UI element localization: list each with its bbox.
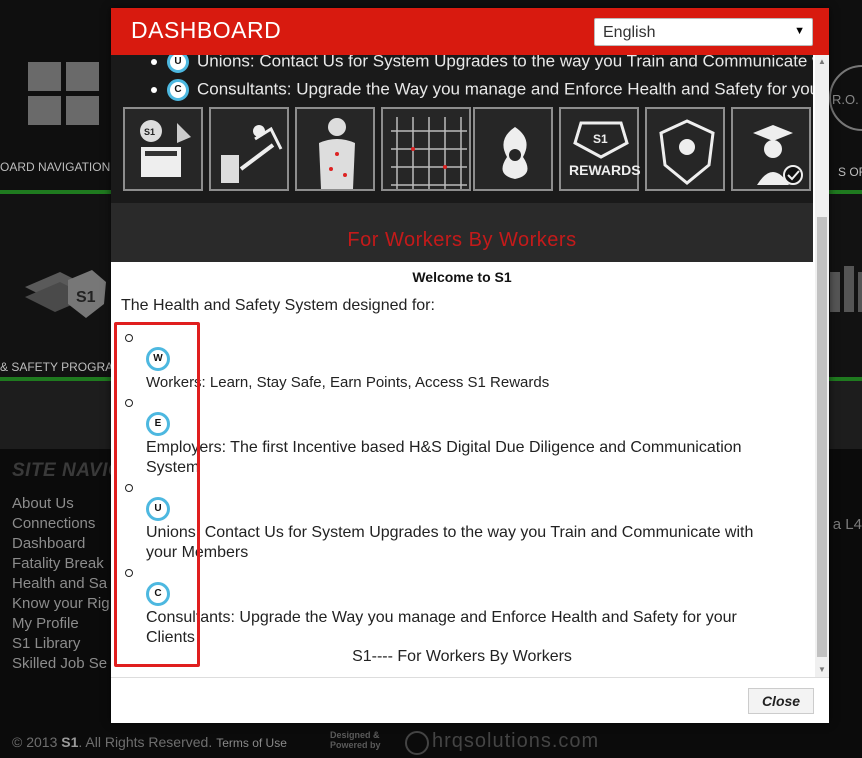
fall-hazard-icon — [209, 107, 289, 191]
banner-line-unions: U Unions: Contact Us for System Upgrades … — [151, 55, 813, 73]
graduate-icon — [731, 107, 811, 191]
site-nav-link[interactable]: Know your Rig — [12, 594, 110, 614]
list-item-workers: Workers: Learn, Stay Safe, Earn Points, … — [146, 374, 550, 391]
badge-icon: R.O. — [829, 65, 862, 131]
site-nav-link[interactable]: Skilled Job Se — [12, 654, 110, 674]
site-nav-link[interactable]: S1 Library — [12, 634, 110, 654]
closing-text: S1---- For Workers By Workers — [352, 648, 572, 665]
unions-badge-icon: U — [167, 55, 189, 73]
site-nav-link[interactable]: About Us — [12, 494, 110, 514]
modal-footer: Close — [111, 677, 829, 723]
site-nav-link[interactable]: My Profile — [12, 614, 110, 634]
tile-label-board-navigation[interactable]: OARD NAVIGATION — [0, 160, 110, 174]
language-select[interactable]: English ▼ — [594, 18, 813, 46]
tile-label-right[interactable]: S OF T — [838, 165, 862, 179]
shield-icon — [645, 107, 725, 191]
tile-label-safety-program[interactable]: & SAFETY PROGRA — [0, 360, 113, 374]
worker-icon — [295, 107, 375, 191]
banner-tagline: For Workers By Workers — [347, 229, 577, 251]
site-navigation-heading: SITE NAVIG — [12, 460, 124, 481]
list-item-consultants: Consultants: Upgrade the Way you manage … — [146, 609, 737, 646]
site-nav-link[interactable]: Health and Sa — [12, 574, 110, 594]
dropdown-arrow-icon: ▼ — [794, 25, 805, 37]
s1-banner: U Unions: Contact Us for System Upgrades … — [111, 55, 813, 262]
rewards-icon: S1 REWARDS — [559, 107, 641, 191]
site-nav-link[interactable]: Connections — [12, 514, 110, 534]
trillium-icon — [473, 107, 553, 191]
modal-header: DASHBOARD English ▼ — [111, 8, 829, 55]
list-item-unions: Unions: Contact Us for System Upgrades t… — [146, 524, 754, 561]
news-icon: S1 — [123, 107, 203, 191]
dashboard-modal: DASHBOARD English ▼ U Unions: Contact Us … — [111, 8, 829, 723]
intro-text: The Health and Safety System designed fo… — [121, 297, 435, 314]
address-fragment: a L4 — [832, 516, 862, 533]
rewards-text: REWARDS — [569, 162, 641, 178]
terms-of-use-link[interactable]: Terms of Use — [216, 736, 287, 750]
scroll-up-arrow-icon[interactable]: ▲ — [815, 55, 829, 69]
language-select-value: English — [603, 24, 656, 41]
consultants-badge-icon: C — [167, 79, 189, 101]
modal-body: U Unions: Contact Us for System Upgrades … — [111, 55, 815, 677]
site-nav-link[interactable]: Fatality Break — [12, 554, 110, 574]
scroll-thumb[interactable] — [817, 217, 827, 657]
bullet-icon — [151, 87, 157, 93]
banner-line-consultants: C Consultants: Upgrade the Way you manage… — [151, 79, 813, 101]
scroll-down-arrow-icon[interactable]: ▼ — [815, 663, 829, 677]
close-button[interactable]: Close — [748, 688, 814, 714]
highlight-box — [114, 322, 200, 667]
modal-title: DASHBOARD — [131, 17, 282, 43]
site-navigation-list: About Us Connections Dashboard Fatality … — [12, 494, 110, 674]
bullet-icon — [151, 59, 157, 65]
svg-text:S1: S1 — [76, 289, 96, 306]
welcome-heading: Welcome to S1 — [412, 269, 512, 285]
s1-tile-text: S1 — [144, 127, 155, 137]
grid-icon — [830, 266, 862, 312]
board-navigation-icon — [28, 62, 99, 125]
footer-copyright: © 2013 S1. All Rights Reserved. Terms of … — [12, 734, 287, 750]
site-nav-link[interactable]: Dashboard — [12, 534, 110, 554]
list-item-employers: Employers: The first Incentive based H&S… — [146, 439, 742, 476]
scaffold-icon — [381, 107, 471, 191]
safety-program-icon: S1 — [25, 270, 106, 318]
designed-by-label: Designed & Powered by — [330, 730, 381, 750]
badge-text: R.O. — [832, 92, 859, 107]
modal-scrollbar[interactable]: ▲ ▼ — [815, 55, 829, 677]
s1-rewards-text: S1 — [593, 132, 608, 146]
